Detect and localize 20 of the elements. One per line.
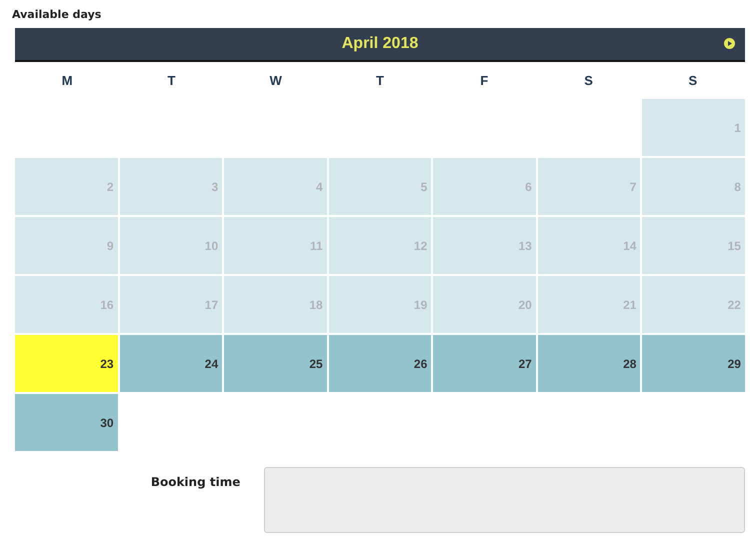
next-month-icon[interactable] — [724, 38, 735, 49]
day-cell[interactable]: 30 — [15, 394, 118, 451]
day-cell[interactable]: 28 — [538, 335, 640, 392]
day-cell[interactable]: 29 — [642, 335, 745, 392]
day-cell[interactable]: 23 — [15, 335, 118, 392]
month-title: April 2018 — [342, 35, 418, 53]
section-title: Available days — [12, 8, 102, 23]
day-cell[interactable]: 27 — [433, 335, 536, 392]
weekday-label: T — [376, 73, 384, 88]
weekday-label: T — [167, 73, 176, 88]
day-cell[interactable]: 24 — [120, 335, 222, 392]
weekday-label: S — [688, 73, 698, 88]
day-cell[interactable]: 25 — [224, 335, 327, 392]
field-label: Booking time — [150, 474, 240, 491]
booking-time-field[interactable] — [264, 467, 745, 533]
day-cell[interactable]: 26 — [328, 335, 432, 392]
weekday-label: W — [270, 73, 282, 88]
weekday-label: F — [480, 73, 488, 88]
weekday-label: S — [584, 73, 593, 88]
weekday-label: M — [62, 73, 73, 88]
